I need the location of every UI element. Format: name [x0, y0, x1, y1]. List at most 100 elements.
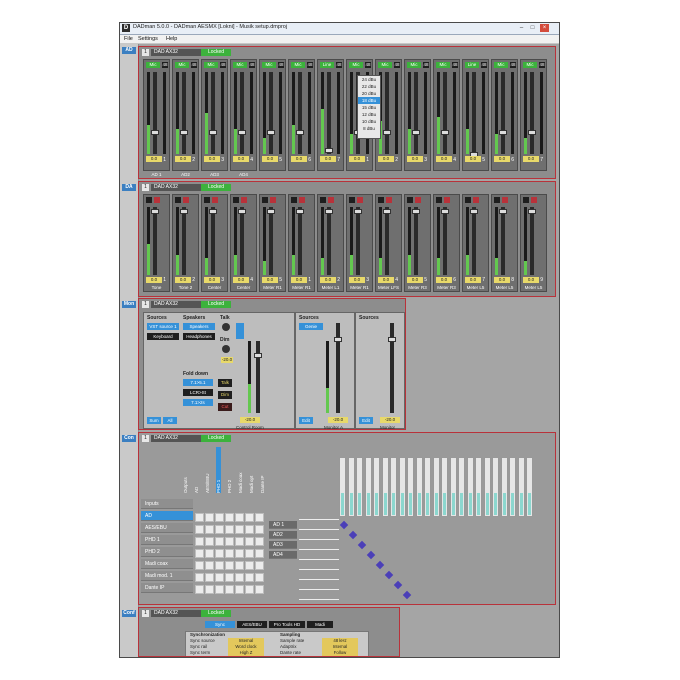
volume-fader[interactable]	[443, 207, 447, 275]
talk-knob[interactable]	[222, 323, 230, 331]
volume-fader[interactable]	[153, 207, 157, 275]
matrix-cell[interactable]	[245, 513, 254, 522]
fold-lcr-st-button[interactable]: LCR>St	[183, 389, 213, 396]
row-header[interactable]: AD	[141, 511, 193, 521]
matrix-cell[interactable]	[215, 549, 224, 558]
matrix-cell[interactable]	[215, 585, 224, 594]
phantom-power-button[interactable]: 48	[452, 62, 458, 68]
mode-select-button[interactable]: Mic	[494, 62, 508, 68]
menu-file[interactable]: File	[124, 35, 133, 43]
matrix-cell[interactable]	[215, 525, 224, 534]
solo-button[interactable]	[320, 197, 326, 203]
column-header[interactable]: AES/EBU	[205, 447, 210, 493]
matrix-cell[interactable]	[235, 561, 244, 570]
route-point[interactable]	[402, 590, 412, 600]
level-menu-item[interactable]: 22 dBu	[358, 83, 380, 90]
fader-knob[interactable]	[296, 209, 304, 214]
fold-71-2s-button[interactable]: 7.1>2s	[183, 399, 213, 406]
fader-knob[interactable]	[383, 130, 391, 135]
tab-con[interactable]: Con	[122, 435, 136, 442]
phantom-power-button[interactable]: 48	[394, 62, 400, 68]
fader-knob[interactable]	[325, 148, 333, 153]
mode-select-button[interactable]: Mic	[291, 62, 305, 68]
sub-row-header[interactable]: AD3	[269, 541, 297, 549]
tab-conf[interactable]: Conf	[122, 610, 136, 617]
fader-knob[interactable]	[528, 209, 536, 214]
matrix-cell[interactable]	[235, 573, 244, 582]
mute-button[interactable]	[502, 197, 508, 203]
solo-button[interactable]	[523, 197, 529, 203]
sum-button[interactable]: Sum	[147, 417, 161, 424]
dim-button[interactable]: Dim	[218, 391, 232, 399]
volume-fader[interactable]	[385, 207, 389, 275]
matrix-cell[interactable]	[235, 549, 244, 558]
gain-fader[interactable]	[153, 72, 157, 154]
matrix-cell[interactable]	[205, 537, 214, 546]
matrix-cell[interactable]	[215, 537, 224, 546]
mode-select-button[interactable]: Mic	[378, 62, 392, 68]
input-level-menu[interactable]: 24 dBu 22 dBu 20 dBu 18 dBu 15 dBu 12 dBu 10 d…	[357, 75, 381, 139]
matrix-cell[interactable]	[255, 549, 264, 558]
solo-button[interactable]	[204, 197, 210, 203]
mute-button[interactable]	[154, 197, 160, 203]
phantom-power-button[interactable]: 48	[539, 62, 545, 68]
solo-button[interactable]	[436, 197, 442, 203]
phantom-power-button[interactable]: 48	[481, 62, 487, 68]
phantom-power-button[interactable]: 48	[423, 62, 429, 68]
column-header[interactable]: PHD 1	[216, 447, 221, 493]
gain-fader[interactable]	[269, 72, 273, 154]
matrix-cell[interactable]	[225, 573, 234, 582]
solo-button[interactable]	[378, 197, 384, 203]
fader-knob[interactable]	[334, 337, 342, 342]
matrix-cell[interactable]	[245, 585, 254, 594]
fader-knob[interactable]	[151, 209, 159, 214]
gain-fader[interactable]	[501, 72, 505, 154]
solo-button[interactable]	[291, 197, 297, 203]
mode-select-button[interactable]: Mic	[262, 62, 276, 68]
tab-ad[interactable]: AD	[122, 47, 136, 54]
matrix-cell[interactable]	[195, 561, 204, 570]
sub-row-header[interactable]: AD2	[269, 531, 297, 539]
matrix-cell[interactable]	[195, 537, 204, 546]
fader-knob[interactable]	[499, 209, 507, 214]
maximize-button[interactable]: □	[528, 24, 537, 32]
matrix-cell[interactable]	[225, 549, 234, 558]
mute-button[interactable]	[386, 197, 392, 203]
fader-knob[interactable]	[238, 130, 246, 135]
matrix-cell[interactable]	[225, 561, 234, 570]
matrix-cell[interactable]	[225, 513, 234, 522]
column-header[interactable]: PHD 2	[227, 447, 232, 493]
mute-button[interactable]	[531, 197, 537, 203]
level-menu-item[interactable]: 8 dBu	[358, 125, 380, 132]
fader-knob[interactable]	[470, 209, 478, 214]
mode-select-button[interactable]: Mic	[146, 62, 160, 68]
gain-fader[interactable]	[182, 72, 186, 154]
volume-fader[interactable]	[501, 207, 505, 275]
mute-button[interactable]	[212, 197, 218, 203]
tab-da[interactable]: DA	[122, 184, 136, 191]
matrix-cell[interactable]	[255, 561, 264, 570]
level-menu-item[interactable]: 10 dBu	[358, 118, 380, 125]
solo-button[interactable]	[146, 197, 152, 203]
fader-knob[interactable]	[209, 130, 217, 135]
fader-knob[interactable]	[151, 130, 159, 135]
column-header[interactable]: Outputs	[183, 447, 188, 493]
mode-select-button[interactable]: Mic	[204, 62, 218, 68]
matrix-cell[interactable]	[235, 537, 244, 546]
dim-knob[interactable]	[222, 345, 230, 353]
route-point[interactable]	[393, 580, 403, 590]
matrix-cell[interactable]	[235, 513, 244, 522]
edit-button[interactable]: Edit	[299, 417, 313, 424]
route-point[interactable]	[339, 520, 349, 530]
device-select[interactable]: DAD AX32	[151, 610, 201, 617]
fader-knob[interactable]	[499, 130, 507, 135]
gain-fader[interactable]	[211, 72, 215, 154]
matrix-cell[interactable]	[225, 525, 234, 534]
mode-select-button[interactable]: Mic	[349, 62, 363, 68]
mode-select-button[interactable]: Mic	[233, 62, 247, 68]
row-header[interactable]: PHD 1	[141, 535, 193, 545]
gain-fader[interactable]	[414, 72, 418, 154]
matrix-cell[interactable]	[245, 561, 254, 570]
column-header[interactable]: Dante IP	[260, 447, 265, 493]
menu-help[interactable]: Help	[166, 35, 177, 43]
